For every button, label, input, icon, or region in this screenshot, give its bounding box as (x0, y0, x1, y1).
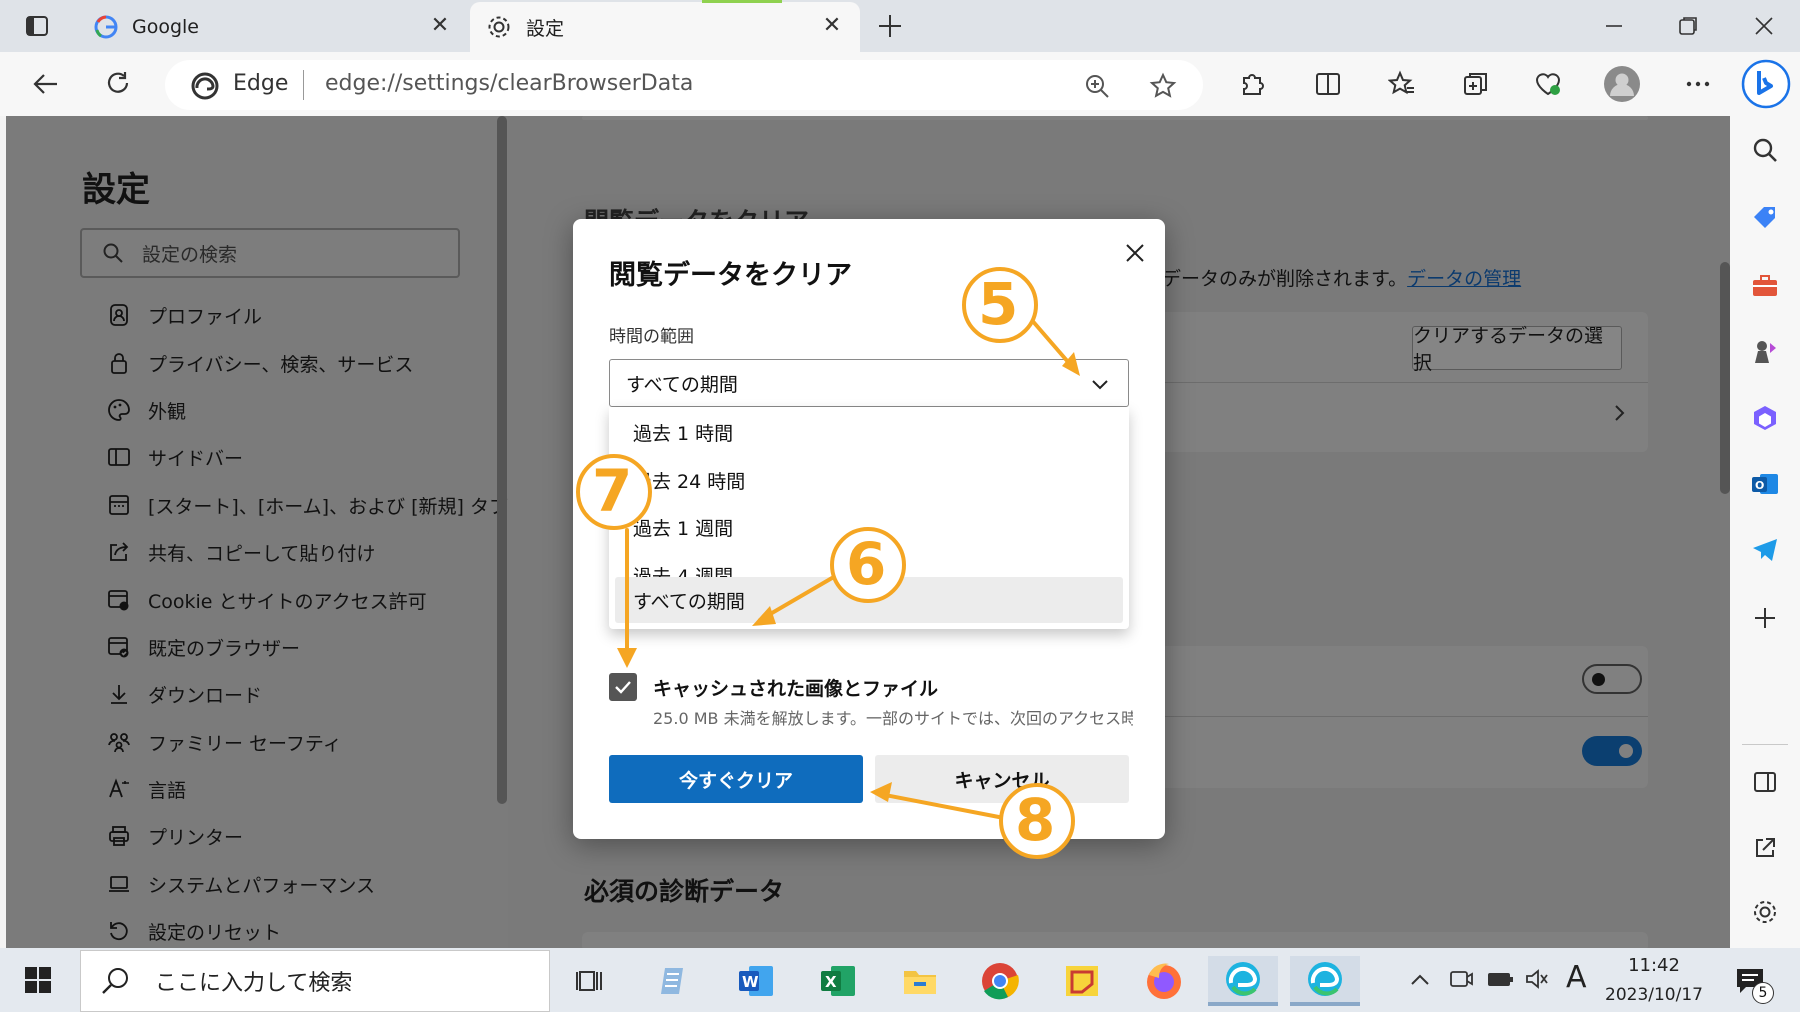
excel-icon[interactable]: X (810, 956, 866, 1006)
annotation-arrows (576, 267, 1080, 859)
arrowhead-8 (870, 782, 892, 802)
notepad-icon[interactable] (646, 956, 702, 1006)
ime-indicator[interactable]: A (1566, 960, 1587, 995)
edge-taskbar-icon[interactable] (1290, 956, 1360, 1006)
annotation-number-8: 8 (1015, 786, 1056, 854)
battery-icon[interactable] (1486, 966, 1516, 992)
annotation-number-5: 5 (978, 270, 1019, 338)
file-explorer-icon[interactable] (892, 956, 948, 1006)
word-icon[interactable]: W (728, 956, 784, 1006)
arrowhead-7 (617, 648, 637, 668)
svg-text:X: X (825, 973, 837, 991)
firefox-icon[interactable] (1136, 956, 1192, 1006)
clock-time[interactable]: 11:42 (1612, 955, 1696, 976)
taskbar-search-placeholder: ここに入力して検索 (155, 971, 353, 996)
meet-now-icon[interactable] (1448, 966, 1474, 992)
arrowhead-6 (752, 606, 776, 626)
clock-date[interactable]: 2023/10/17 (1598, 985, 1710, 1005)
sticky-notes-icon[interactable] (1054, 956, 1110, 1006)
chevron-up-icon[interactable] (1408, 968, 1432, 992)
edge-taskbar-icon[interactable] (1208, 956, 1278, 1006)
chrome-icon[interactable] (972, 956, 1028, 1006)
annotation-number-6: 6 (846, 530, 887, 598)
svg-text:W: W (742, 973, 759, 991)
annotation-number-7: 7 (592, 457, 633, 525)
notification-badge: 5 (1752, 982, 1774, 1004)
search-icon (101, 966, 131, 996)
task-view-icon[interactable] (562, 956, 618, 1006)
windows-start-icon[interactable] (24, 966, 52, 994)
taskbar-search-input[interactable]: ここに入力して検索 (80, 950, 550, 1012)
volume-muted-icon[interactable] (1524, 966, 1550, 992)
arrow-8 (878, 792, 1006, 820)
